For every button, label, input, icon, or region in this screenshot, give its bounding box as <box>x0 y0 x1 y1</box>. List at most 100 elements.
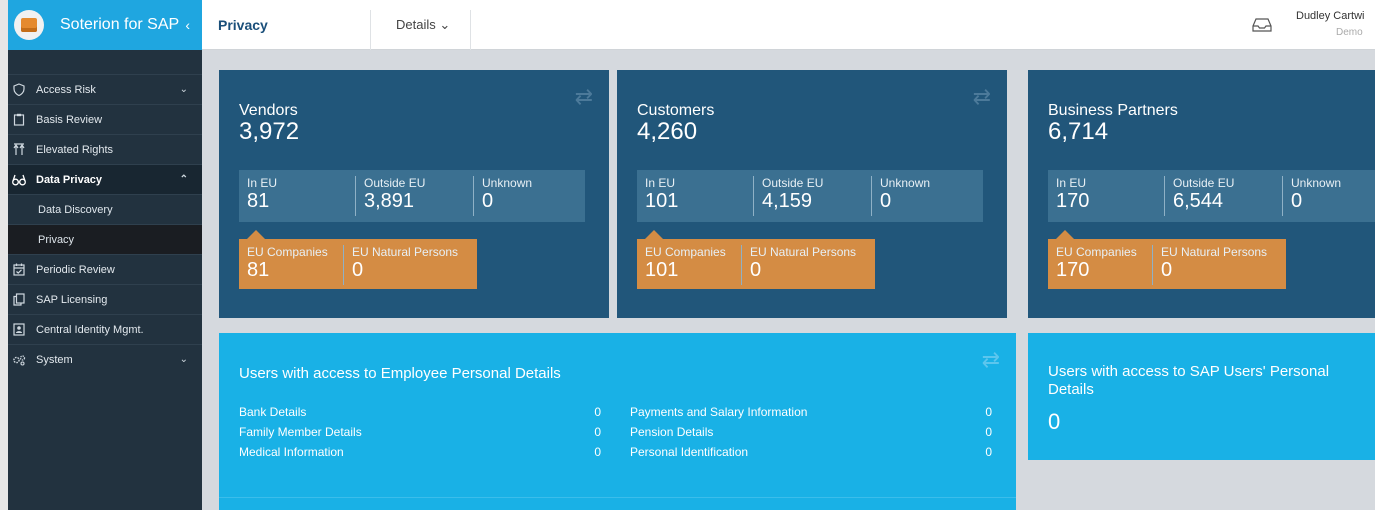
panel-value: 0 <box>1048 409 1061 434</box>
sidebar-item-label: Elevated Rights <box>36 143 114 156</box>
item-value: 0 <box>594 445 601 459</box>
stat-value: 81 <box>247 190 270 212</box>
stat-value: 0 <box>880 190 892 212</box>
sap-users-personal-details-panel[interactable]: Users with access to SAP Users' Personal… <box>1028 333 1375 460</box>
sidebar-item-label: Periodic Review <box>36 263 115 276</box>
calendar-check-icon <box>12 263 26 277</box>
employee-personal-details-panel[interactable]: ⇄ Users with access to Employee Personal… <box>219 333 1016 510</box>
chevron-down-icon: ⌄ <box>179 354 188 365</box>
stat-label: In EU <box>1056 176 1087 190</box>
region-band: In EU 81 Outside EU 3,891 Unknown 0 <box>239 170 585 222</box>
gears-icon <box>12 353 26 367</box>
outside-eu-cell[interactable]: Outside EU 6,544 <box>1164 176 1234 216</box>
eu-natural-persons-cell[interactable]: EU Natural Persons 0 <box>1152 245 1267 285</box>
user-role: Demo <box>1336 27 1363 38</box>
caret-pointer <box>645 230 663 239</box>
list-item[interactable]: Family Member Details 0 <box>239 425 603 445</box>
collapse-sidebar-icon[interactable]: ‹ <box>185 17 190 33</box>
panel-title: Users with access to Employee Personal D… <box>239 365 561 382</box>
region-band: In EU 170 Outside EU 6,544 Unknown 0 <box>1048 170 1375 222</box>
item-value: 0 <box>985 425 992 439</box>
customers-card[interactable]: ⇄ Customers 4,260 In EU 101 Outside EU 4… <box>617 70 1007 318</box>
stat-value: 170 <box>1056 190 1090 212</box>
sidebar-item-label: System <box>36 353 73 366</box>
item-label: Pension Details <box>630 425 714 439</box>
item-value: 0 <box>985 405 992 419</box>
app-title: Soterion for SAP <box>60 16 180 33</box>
sidebar-item-data-discovery[interactable]: Data Discovery <box>8 194 202 224</box>
stat-value: 0 <box>1161 259 1173 281</box>
sidebar-nav: Access Risk ⌄ Basis Review Elevated Righ… <box>8 74 202 374</box>
swap-arrows-icon[interactable]: ⇄ <box>575 84 593 110</box>
outside-eu-cell[interactable]: Outside EU 3,891 <box>355 176 425 216</box>
sidebar-item-privacy[interactable]: Privacy <box>8 224 202 254</box>
stat-value: 3,891 <box>364 190 415 212</box>
item-label: Family Member Details <box>239 425 362 439</box>
sidebar-item-system[interactable]: System ⌄ <box>8 344 202 374</box>
vendors-card[interactable]: ⇄ Vendors 3,972 In EU 81 Outside EU 3,89… <box>219 70 609 318</box>
sidebar-item-sap-licensing[interactable]: SAP Licensing <box>8 284 202 314</box>
swap-arrows-icon[interactable]: ⇄ <box>973 84 991 110</box>
sidebar-item-label: Basis Review <box>36 113 103 126</box>
stat-value: 6,544 <box>1173 190 1224 212</box>
eu-natural-persons-cell[interactable]: EU Natural Persons 0 <box>343 245 458 285</box>
eu-breakdown: EU Companies 101 EU Natural Persons 0 <box>637 239 875 289</box>
sidebar-item-access-risk[interactable]: Access Risk ⌄ <box>8 74 202 104</box>
eu-companies-cell[interactable]: EU Companies 81 <box>239 245 328 285</box>
swap-arrows-icon[interactable]: ⇄ <box>982 347 1000 373</box>
panel-title-line2: Details <box>1048 381 1094 398</box>
stat-label: In EU <box>645 176 676 190</box>
stat-value: 101 <box>645 190 679 212</box>
list-item[interactable]: Medical Information 0 <box>239 445 603 465</box>
in-eu-cell[interactable]: In EU 101 <box>637 176 678 216</box>
inbox-icon[interactable] <box>1252 18 1272 32</box>
divider <box>219 497 1016 498</box>
card-total: 4,260 <box>637 118 698 145</box>
list-item[interactable]: Personal Identification 0 <box>630 445 994 465</box>
details-dropdown[interactable]: Details ⌄ <box>396 0 450 50</box>
sidebar-item-basis-review[interactable]: Basis Review <box>8 104 202 134</box>
business-partners-card[interactable]: Business Partners 6,714 In EU 170 Outsid… <box>1028 70 1375 318</box>
item-value: 0 <box>985 445 992 459</box>
list-item[interactable]: Bank Details 0 <box>239 405 603 425</box>
eu-companies-cell[interactable]: EU Companies 101 <box>637 245 726 285</box>
item-label: Bank Details <box>239 405 307 419</box>
region-band: In EU 101 Outside EU 4,159 Unknown 0 <box>637 170 983 222</box>
stat-label: Unknown <box>482 176 533 190</box>
list-item[interactable]: Pension Details 0 <box>630 425 994 445</box>
list-item[interactable]: Payments and Salary Information 0 <box>630 405 994 425</box>
in-eu-cell[interactable]: In EU 81 <box>239 176 277 216</box>
stat-value: 4,159 <box>762 190 813 212</box>
outside-eu-cell[interactable]: Outside EU 4,159 <box>753 176 823 216</box>
sidebar: Soterion for SAP ‹ Access Risk ⌄ Basis R… <box>0 0 202 510</box>
unknown-cell[interactable]: Unknown 0 <box>1282 176 1341 216</box>
in-eu-cell[interactable]: In EU 170 <box>1048 176 1089 216</box>
divider <box>370 10 371 50</box>
sidebar-item-data-privacy[interactable]: Data Privacy ⌃ <box>8 164 202 194</box>
caret-pointer <box>1056 230 1074 239</box>
user-name[interactable]: Dudley Cartwi <box>1296 10 1364 22</box>
sidebar-item-periodic-review[interactable]: Periodic Review <box>8 254 202 284</box>
item-label: Personal Identification <box>630 445 749 459</box>
id-card-icon <box>12 323 26 337</box>
stat-value: 0 <box>750 259 762 281</box>
stat-label: EU Natural Persons <box>352 245 459 259</box>
stat-value: 0 <box>482 190 494 212</box>
soterion-logo-icon[interactable] <box>14 10 44 40</box>
stat-label: Outside EU <box>762 176 824 190</box>
sidebar-item-elevated-rights[interactable]: Elevated Rights <box>8 134 202 164</box>
eu-breakdown: EU Companies 170 EU Natural Persons 0 <box>1048 239 1286 289</box>
item-value: 0 <box>594 405 601 419</box>
chevron-up-icon: ⌃ <box>179 174 188 185</box>
sidebar-item-label: SAP Licensing <box>36 293 108 306</box>
sidebar-item-central-identity[interactable]: Central Identity Mgmt. <box>8 314 202 344</box>
eu-companies-cell[interactable]: EU Companies 170 <box>1048 245 1137 285</box>
unknown-cell[interactable]: Unknown 0 <box>473 176 532 216</box>
stat-value: 101 <box>645 259 679 281</box>
stat-label: Unknown <box>1291 176 1342 190</box>
stat-value: 0 <box>1291 190 1303 212</box>
eu-natural-persons-cell[interactable]: EU Natural Persons 0 <box>741 245 856 285</box>
unknown-cell[interactable]: Unknown 0 <box>871 176 930 216</box>
sidebar-item-label: Data Privacy <box>36 173 103 186</box>
stat-label: EU Companies <box>645 245 726 259</box>
